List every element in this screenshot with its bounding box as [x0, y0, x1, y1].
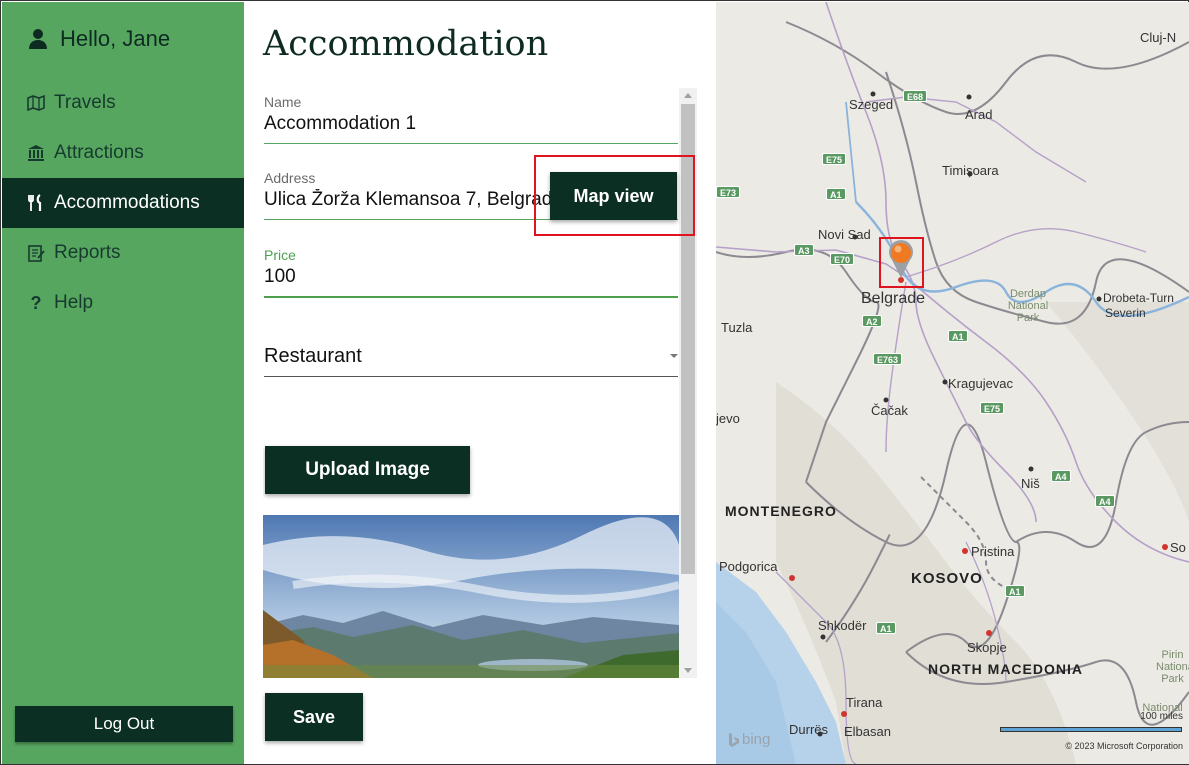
sidebar-item-reports[interactable]: Reports: [2, 228, 244, 278]
road-shield: A1: [948, 330, 968, 342]
map-label-podgorica: Podgorica: [719, 559, 778, 574]
map-copyright: © 2023 Microsoft Corporation: [1065, 741, 1183, 751]
map-scale-label: 100 miles: [1140, 711, 1183, 722]
scroll-down-arrow-icon[interactable]: [684, 668, 692, 673]
sidebar-nav: Travels Attractions Accommodations Repor…: [2, 78, 244, 328]
map-label-sarajevo: jevo: [716, 411, 740, 426]
map-label-nis: Niš: [1021, 476, 1040, 491]
road-shield: E73: [716, 186, 741, 198]
location-pin-icon[interactable]: [889, 242, 913, 282]
logout-button[interactable]: Log Out: [15, 706, 233, 742]
map-label-elbasan: Elbasan: [844, 724, 891, 739]
road-shield: E75: [822, 153, 847, 165]
sidebar-item-label: Attractions: [54, 142, 144, 163]
sidebar-item-attractions[interactable]: Attractions: [2, 128, 244, 178]
sidebar-item-label: Accommodations: [54, 192, 200, 213]
map-label-sofia: So: [1170, 540, 1186, 555]
road-shield: A3: [794, 244, 814, 256]
map-label-montenegro: MONTENEGRO: [725, 503, 837, 519]
map-label-severin: Severin: [1105, 306, 1146, 320]
map-label-north-macedonia: NORTH MACEDONIA: [928, 661, 1083, 677]
road-shield: E68: [903, 90, 928, 102]
road-shield: A2: [862, 315, 882, 327]
road-shield: A1: [876, 622, 896, 634]
name-field[interactable]: Name Accommodation 1: [264, 94, 678, 144]
landmark-icon: [26, 143, 46, 163]
map-view-button[interactable]: Map view: [550, 172, 677, 220]
user-greeting: Hello, Jane: [28, 26, 170, 52]
chevron-down-icon: [670, 354, 678, 358]
sidebar-item-label: Help: [54, 292, 94, 313]
report-icon: [26, 243, 46, 263]
road-shield: E75: [980, 402, 1005, 414]
road-shield: E763: [873, 353, 903, 365]
sidebar-item-label: Travels: [54, 92, 116, 113]
road-shield: A1: [826, 188, 846, 200]
sidebar-item-travels[interactable]: Travels: [2, 78, 244, 128]
upload-image-button[interactable]: Upload Image: [265, 446, 470, 494]
name-label: Name: [264, 94, 302, 110]
map-label-timisoara: Timișoara: [942, 163, 999, 178]
map-label-kosovo: KOSOVO: [911, 570, 983, 587]
question-icon: ?: [30, 292, 42, 313]
type-select-value: Restaurant: [264, 345, 362, 367]
app-window: Hello, Jane Travels Attractions Accommod…: [0, 0, 1189, 765]
name-input[interactable]: Accommodation 1: [264, 113, 678, 144]
price-input[interactable]: 100: [264, 266, 678, 298]
map-label-shkoder: Shkodër: [818, 618, 867, 633]
sidebar: Hello, Jane Travels Attractions Accommod…: [2, 2, 244, 764]
map-label-szeged: Szeged: [849, 97, 894, 112]
road-shield: A4: [1095, 495, 1115, 507]
accommodation-photo: [263, 515, 679, 678]
type-select[interactable]: Restaurant: [264, 343, 678, 377]
road-shield: A4: [1051, 470, 1071, 482]
utensils-icon: [26, 193, 46, 213]
scroll-up-arrow-icon[interactable]: [684, 93, 692, 98]
map-label-durres: Durrës: [789, 722, 829, 737]
sidebar-item-help[interactable]: ? Help: [2, 278, 244, 328]
map-label-skopje: Skopje: [967, 640, 1007, 655]
map-view[interactable]: Cluj-N Szeged Arad Timișoara Novi Sad Be…: [716, 2, 1189, 764]
map-label-arad: Arad: [965, 107, 993, 122]
road-shield: E70: [830, 253, 855, 265]
map-label-tuzla: Tuzla: [721, 320, 753, 335]
map-label-pristina: Pristina: [971, 544, 1015, 559]
map-label-drobeta: Drobeta-Turn: [1103, 291, 1174, 305]
map-label-cacak: Čačak: [871, 403, 908, 418]
map-scale-bar: [1000, 727, 1182, 732]
map-label-pirin-park: Pirin Nationa Park: [1156, 649, 1189, 685]
map-label-cluj: Cluj-N: [1140, 30, 1177, 45]
map-label-kragujevac: Kragujevac: [948, 376, 1014, 391]
price-label: Price: [264, 247, 296, 263]
greeting-text: Hello, Jane: [60, 26, 171, 51]
map-label-tirana: Tirana: [846, 695, 883, 710]
bing-logo: bing: [728, 731, 770, 748]
user-icon: [29, 29, 47, 49]
map-label-novi-sad: Novi Sad: [818, 227, 871, 242]
price-field[interactable]: Price 100: [264, 247, 678, 298]
sidebar-item-accommodations[interactable]: Accommodations: [2, 178, 244, 228]
map-icon: [26, 93, 46, 113]
map-label-belgrade: Belgrade: [861, 290, 926, 307]
sidebar-item-label: Reports: [54, 242, 121, 263]
accommodation-form-panel: Accommodation Name Accommodation 1 Addre…: [244, 2, 716, 764]
map-label-derdap-park: Derdap National Park: [1007, 288, 1049, 324]
bing-icon: [729, 732, 739, 747]
bing-wordmark: bing: [742, 731, 771, 748]
save-button[interactable]: Save: [265, 693, 363, 741]
road-shield: A1: [1005, 585, 1025, 597]
page-title: Accommodation: [263, 24, 549, 64]
